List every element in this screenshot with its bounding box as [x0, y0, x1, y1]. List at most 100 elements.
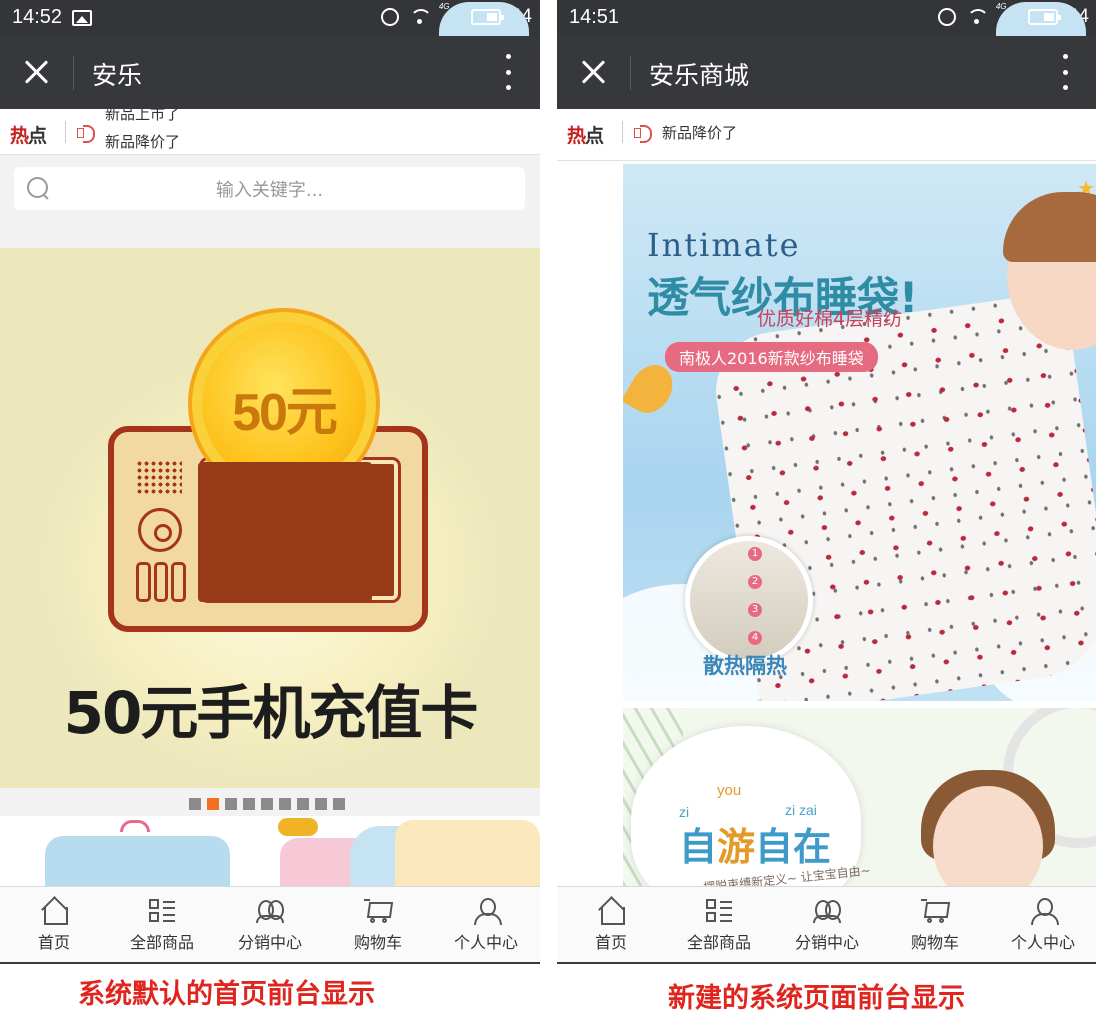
tab-label: 首页 — [37, 933, 70, 952]
status-bar: 14:51 4G 44 — [557, 0, 1096, 72]
device-slot — [198, 462, 372, 602]
close-icon[interactable] — [577, 56, 609, 88]
alarm-icon — [380, 8, 399, 26]
caption-right: 新建的系统页面前台显示 — [668, 983, 965, 1014]
user-icon — [1029, 897, 1059, 925]
tab-label: 分销中心 — [794, 933, 859, 952]
carousel-dot[interactable] — [243, 798, 255, 810]
home-icon — [597, 897, 625, 925]
banner-sleeping-bag[interactable]: ★ Intimate 透气纱布睡袋! 优质好棉4层精纺 南极人2016新款纱布睡… — [623, 164, 1096, 701]
carousel-dot[interactable] — [315, 798, 327, 810]
tab-label: 个人中心 — [1010, 933, 1075, 952]
people-icon — [256, 897, 284, 925]
carousel-dot[interactable] — [189, 798, 201, 810]
banner-subtitle: 优质好棉4层精纺 — [757, 308, 903, 330]
caption-left: 系统默认的首页前台显示 — [78, 979, 375, 1010]
layer-number: 4 — [748, 631, 762, 645]
tab-profile[interactable]: 个人中心 — [989, 887, 1096, 962]
carousel-dot[interactable] — [279, 798, 291, 810]
device-dpad — [138, 508, 182, 552]
ticker-item-2[interactable]: 新品降价了 — [105, 131, 180, 152]
title-separator — [73, 56, 74, 90]
user-icon — [472, 897, 502, 925]
caption-divider — [557, 962, 1096, 964]
banner-free-play[interactable]: you zi zi zai 自游自在 摆脱束缚新定义~ 让宝宝自由~ — [623, 708, 1096, 886]
garment-blue — [45, 836, 230, 886]
tab-profile[interactable]: 个人中心 — [432, 887, 540, 962]
tab-all-products[interactable]: 全部商品 — [108, 887, 216, 962]
pinyin-you: you — [717, 782, 742, 799]
ticker-item-1[interactable]: 新品上市了 — [105, 109, 180, 124]
banner-cn-title: 自游自在 — [679, 825, 832, 869]
speaker-icon — [77, 124, 97, 143]
layer-number: 3 — [748, 603, 762, 617]
banner-caption: 50元手机充值卡 — [63, 679, 479, 747]
close-icon[interactable] — [20, 56, 52, 88]
tab-label: 全部商品 — [129, 933, 194, 952]
lens-caption: 散热隔热 — [703, 654, 787, 678]
tab-label: 购物车 — [910, 933, 959, 952]
device-keys — [136, 562, 187, 602]
banner-en-title: Intimate — [647, 226, 801, 264]
people-icon — [813, 897, 841, 925]
status-bar: 14:52 4G 44 — [0, 0, 540, 72]
hot-news-ticker[interactable]: 热点 新品降价了 — [557, 109, 1096, 161]
more-menu-icon[interactable] — [504, 54, 512, 90]
coin-text: 50元 — [232, 384, 338, 442]
speaker-icon — [634, 124, 654, 143]
wifi-icon — [966, 9, 989, 25]
layer-number: 1 — [748, 547, 762, 561]
banner-product-pill: 南极人2016新款纱布睡袋 — [665, 342, 878, 372]
fabric-layers-lens: 1 2 3 4 — [685, 536, 813, 664]
product-banner-preview[interactable] — [0, 816, 540, 886]
title-bar: 安乐商城 — [557, 36, 1096, 109]
page-title: 安乐商城 — [649, 61, 750, 90]
carousel-dot[interactable] — [297, 798, 309, 810]
tab-cart[interactable]: 购物车 — [881, 887, 989, 962]
home-icon — [40, 897, 68, 925]
signal-icon: 4G — [995, 2, 1086, 72]
search-placeholder: 输入关键字... — [215, 180, 324, 201]
gallery-icon — [72, 10, 92, 26]
tab-label: 个人中心 — [453, 933, 518, 952]
title-bar: 安乐 — [0, 36, 540, 109]
tab-cart[interactable]: 购物车 — [324, 887, 432, 962]
device-speaker — [136, 460, 182, 496]
wifi-icon — [409, 9, 432, 25]
layer-number: 2 — [748, 575, 762, 589]
banner-recharge-card[interactable]: 50元 50元手机充值卡 — [0, 248, 540, 788]
hot-logo: 热点 — [10, 125, 47, 147]
search-input[interactable]: 输入关键字... — [14, 167, 525, 210]
tab-label: 购物车 — [353, 933, 402, 952]
grid-list-icon — [148, 897, 176, 925]
carousel-dot-active[interactable] — [207, 798, 219, 810]
carousel-dot[interactable] — [261, 798, 273, 810]
page-title: 安乐 — [92, 61, 143, 90]
carousel-indicator[interactable] — [189, 798, 345, 810]
carousel-dot[interactable] — [225, 798, 237, 810]
hot-logo: 热点 — [567, 125, 604, 147]
more-menu-icon[interactable] — [1061, 54, 1069, 90]
tab-home[interactable]: 首页 — [557, 887, 665, 962]
bottom-tab-bar: 首页 全部商品 分销中心 购物车 个人中心 — [0, 886, 540, 962]
tab-distribution[interactable]: 分销中心 — [773, 887, 881, 962]
signal-icon: 4G — [438, 2, 529, 72]
tab-home[interactable]: 首页 — [0, 887, 108, 962]
caption-divider — [0, 962, 540, 964]
battery-icon — [470, 9, 504, 25]
tab-label: 首页 — [594, 933, 627, 952]
tab-label: 分销中心 — [237, 933, 302, 952]
ticker-item-1[interactable]: 新品降价了 — [662, 122, 737, 143]
hot-news-ticker[interactable]: 热点 新品上市了 新品降价了 — [0, 109, 540, 155]
title-separator — [630, 56, 631, 90]
tab-all-products[interactable]: 全部商品 — [665, 887, 773, 962]
tab-distribution[interactable]: 分销中心 — [216, 887, 324, 962]
alarm-icon — [937, 8, 956, 26]
cart-icon — [921, 897, 949, 925]
carousel-dot[interactable] — [333, 798, 345, 810]
status-time: 14:52 — [12, 6, 63, 28]
bottom-tab-bar: 首页 全部商品 分销中心 购物车 个人中心 — [557, 886, 1096, 962]
cart-icon — [364, 897, 392, 925]
hanger-icon — [120, 820, 150, 832]
garment-cream — [395, 820, 540, 886]
